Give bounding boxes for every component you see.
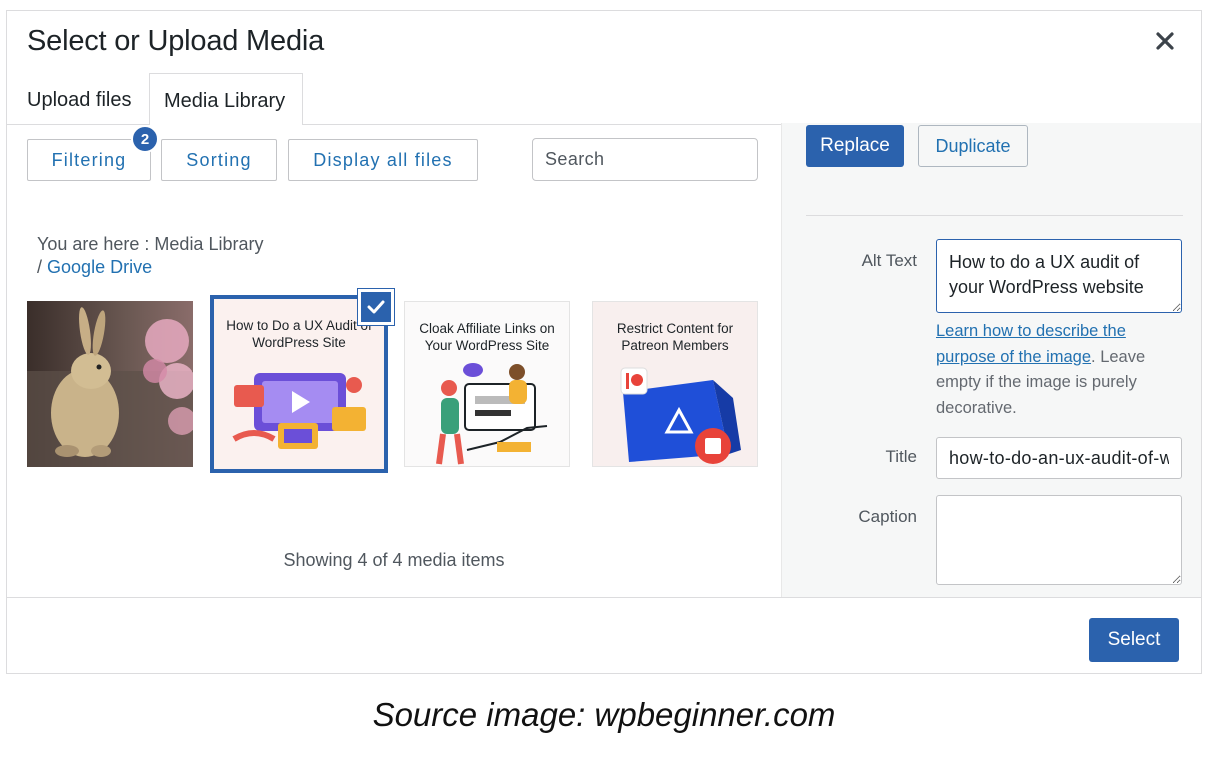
title-field[interactable] — [936, 437, 1182, 479]
tab-media-library[interactable]: Media Library — [149, 73, 303, 126]
source-caption: Source image: wpbeginner.com — [372, 696, 836, 733]
affiliate-links-illustration — [436, 363, 548, 465]
caption-label: Caption — [858, 507, 917, 526]
breadcrumb-prefix: You are here : Media Library — [37, 234, 264, 254]
alt-text-label: Alt Text — [861, 251, 917, 270]
select-button[interactable]: Select — [1089, 618, 1179, 662]
media-item-caption: How to Do a UX Audit of WordPress Site — [226, 318, 372, 350]
alt-text-help: Learn how to describe the purpose of the… — [936, 319, 1176, 421]
duplicate-button[interactable]: Duplicate — [918, 125, 1028, 167]
caption-field[interactable] — [936, 495, 1182, 585]
filter-count-badge: 2 — [131, 125, 159, 153]
breadcrumb: You are here : Media Library / Google Dr… — [37, 233, 267, 279]
media-count-status: Showing 4 of 4 media items — [283, 550, 505, 570]
breadcrumb-separator: / — [37, 257, 43, 277]
media-item-caption: Cloak Affiliate Links on Your WordPress … — [419, 321, 555, 353]
media-browser: Filtering 2 Sorting Display all files Yo… — [7, 125, 781, 597]
media-modal: Select or Upload Media Upload files Medi… — [6, 10, 1202, 674]
tab-bar: Upload files Media Library — [7, 73, 1201, 126]
media-item[interactable] — [27, 301, 193, 467]
breadcrumb-current-link[interactable]: Google Drive — [47, 257, 152, 277]
media-item[interactable]: Cloak Affiliate Links on Your WordPress … — [404, 301, 570, 467]
modal-footer: Select — [7, 597, 1201, 673]
ux-audit-illustration — [232, 373, 366, 449]
attachment-details: Replace Duplicate Alt Text How to do a U… — [781, 123, 1201, 597]
tab-upload-files[interactable]: Upload files — [27, 73, 145, 125]
title-label: Title — [885, 447, 918, 466]
search-input[interactable] — [532, 138, 758, 181]
patreon-illustration — [620, 367, 741, 464]
replace-button[interactable]: Replace — [806, 125, 904, 167]
divider — [806, 215, 1183, 216]
rabbit-photo — [27, 301, 193, 467]
modal-title: Select or Upload Media — [27, 25, 325, 57]
sorting-button[interactable]: Sorting — [161, 139, 277, 181]
alt-text-field[interactable]: How to do a UX audit of your WordPress w… — [936, 239, 1182, 313]
checkmark-icon[interactable] — [358, 289, 394, 325]
media-item[interactable]: Restrict Content for Patreon Members — [592, 301, 758, 467]
close-icon[interactable] — [1151, 27, 1179, 55]
media-item-caption: Restrict Content for Patreon Members — [616, 321, 734, 353]
display-all-files-button[interactable]: Display all files — [288, 139, 478, 181]
